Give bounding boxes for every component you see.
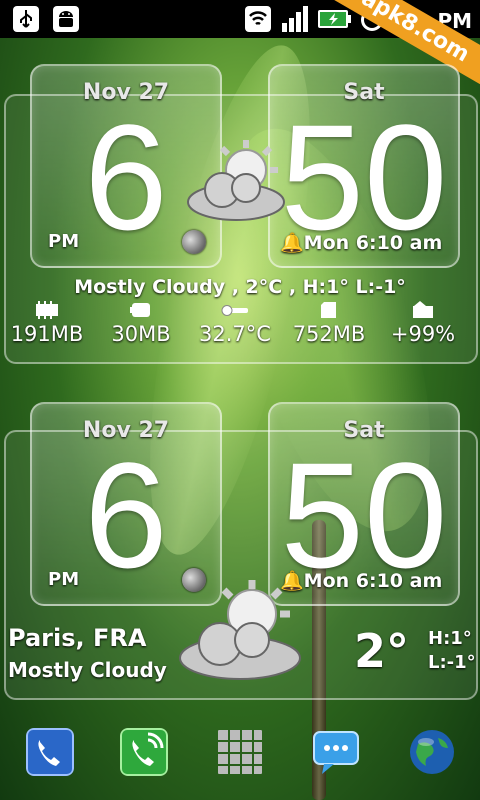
ampm-label: PM (48, 231, 80, 252)
next-alarm-label: 🔔Mon 6:10 am (280, 231, 442, 254)
app-drawer-icon[interactable] (216, 728, 264, 776)
android-debug-icon (53, 6, 79, 32)
city-label: Paris, FRA (8, 624, 147, 652)
ampm-label-bottom: PM (48, 569, 80, 590)
stat-memory-value: 191MB (10, 322, 84, 346)
browser-globe-icon[interactable] (408, 728, 456, 776)
stat-battery-value: 30MB (111, 322, 171, 346)
sd-card-icon (321, 302, 336, 318)
partly-cloudy-icon-bottom[interactable] (172, 578, 312, 684)
system-stats-row: 191MB 30MB 32.7°C 752MB +99% (0, 300, 470, 346)
battery-charging-icon (318, 10, 351, 28)
stat-temperature: 32.7°C (190, 300, 280, 346)
stat-sd-card-value: 752MB (292, 322, 366, 346)
stat-sd-card: 752MB (284, 300, 374, 346)
partly-cloudy-icon[interactable] (182, 138, 298, 224)
low-temp: L:-1° (428, 652, 476, 673)
signal-icon (282, 6, 308, 32)
messaging-icon[interactable] (312, 728, 360, 776)
weather-summary: Mostly Cloudy , 2°C , H:1° L:-1° (74, 276, 406, 298)
minute-digit: 50 (280, 93, 448, 261)
stat-battery-level: +99% (378, 300, 468, 346)
high-temp: H:1° (428, 628, 472, 649)
stat-battery: 30MB (96, 300, 186, 346)
condition-label: Mostly Cloudy (8, 658, 167, 682)
next-alarm-text: Mon 6:10 am (303, 232, 443, 254)
battery-icon (130, 303, 150, 317)
usb-icon (13, 6, 39, 32)
minute-tile-bottom[interactable]: Sat 50 🔔Mon 6:10 am (268, 402, 460, 606)
memory-chip-icon (36, 301, 58, 319)
moon-phase-icon (182, 230, 206, 254)
dock-bar (0, 720, 480, 800)
stat-memory: 191MB (2, 300, 92, 346)
wifi-icon (245, 6, 271, 32)
hour-tile-bottom[interactable]: Nov 27 6 PM (30, 402, 222, 606)
minute-digit-bottom: 50 (280, 431, 448, 599)
current-temperature: 2° (354, 624, 410, 678)
thermometer-icon (221, 305, 248, 316)
next-alarm-text-bottom: Mon 6:10 am (303, 570, 443, 592)
stat-temperature-value: 32.7°C (199, 322, 271, 346)
alarm-bell-icon: 🔔 (280, 232, 304, 254)
battery-level-icon (413, 301, 433, 318)
phone-icon[interactable] (26, 728, 74, 776)
stat-battery-level-value: +99% (390, 322, 456, 346)
dialer-icon[interactable] (120, 728, 168, 776)
